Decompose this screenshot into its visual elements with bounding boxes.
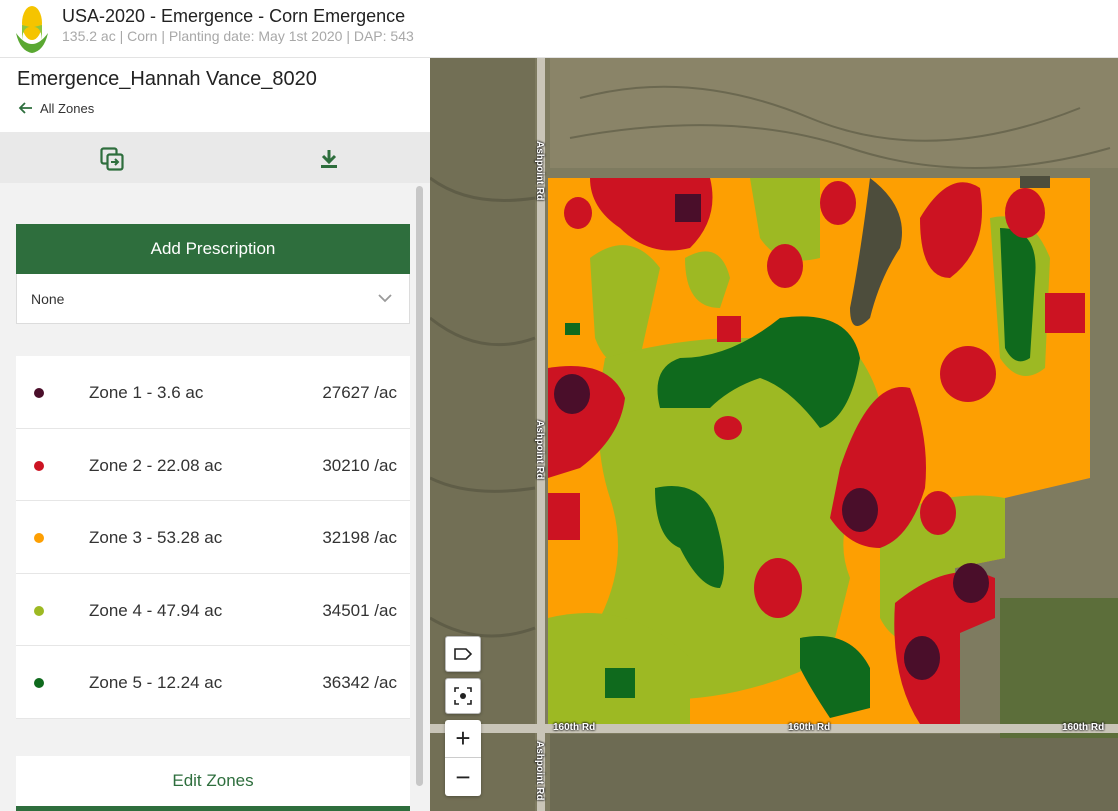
prescription-select[interactable]: None — [16, 274, 410, 324]
corn-logo-icon — [16, 6, 48, 53]
all-zones-link[interactable]: All Zones — [18, 100, 94, 116]
zone-color-dot — [34, 533, 44, 543]
road-label-ashpoint-mid: Ashpoint Rd — [534, 420, 545, 480]
zone-rate: 27627 /ac — [322, 383, 397, 402]
all-zones-label: All Zones — [40, 100, 95, 116]
map-view[interactable]: Ashpoint Rd Ashpoint Rd Ashpoint Rd 160t… — [430, 58, 1118, 811]
focus-icon — [454, 687, 472, 705]
zone-set-name: Emergence_Hannah Vance_8020 — [17, 68, 317, 90]
road-label-160th-mid: 160th Rd — [788, 722, 831, 733]
zone-rate: 32198 /ac — [322, 528, 397, 547]
copy-export-button[interactable] — [97, 144, 127, 174]
zone-label: Zone 2 - 22.08 ac — [89, 455, 223, 475]
panel-scrollbar-thumb[interactable] — [416, 186, 423, 786]
zone-label: Zone 1 - 3.6 ac — [89, 383, 204, 402]
zone-row-5[interactable]: Zone 5 - 12.24 ac 36342 /ac — [16, 646, 410, 719]
add-prescription-button[interactable]: Add Prescription — [16, 224, 410, 274]
zoom-control: + − — [445, 720, 481, 796]
road-label-160th-right: 160th Rd — [1062, 722, 1105, 733]
zone-label: Zone 3 - 53.28 ac — [89, 528, 223, 547]
zone-row-1[interactable]: Zone 1 - 3.6 ac 27627 /ac — [16, 356, 410, 429]
zone-rate: 30210 /ac — [322, 455, 397, 475]
zones-panel: Emergence_Hannah Vance_8020 All Zones Ad… — [0, 58, 430, 811]
fit-bounds-button[interactable] — [445, 678, 481, 714]
zone-row-4[interactable]: Zone 4 - 47.94 ac 34501 /ac — [16, 573, 410, 646]
next-action-button[interactable] — [16, 806, 410, 811]
page-title: USA-2020 - Emergence - Corn Emergence — [62, 6, 406, 26]
zone-toolbar — [0, 132, 430, 183]
tag-icon — [454, 648, 473, 660]
prescription-select-value: None — [31, 290, 65, 307]
download-button[interactable] — [314, 144, 344, 174]
zoom-out-button[interactable]: − — [445, 758, 481, 796]
arrow-left-icon — [18, 102, 32, 114]
zone-row-2[interactable]: Zone 2 - 22.08 ac 30210 /ac — [16, 428, 410, 501]
zone-row-3[interactable]: Zone 3 - 53.28 ac 32198 /ac — [16, 501, 410, 574]
panel-header: Emergence_Hannah Vance_8020 All Zones — [0, 58, 430, 132]
road-label-ashpoint-bottom: Ashpoint Rd — [534, 741, 545, 801]
download-icon — [321, 150, 337, 168]
zone-label: Zone 5 - 12.24 ac — [89, 673, 223, 692]
zone-color-dot — [34, 605, 44, 616]
zoom-in-button[interactable]: + — [445, 720, 481, 758]
zone-rate: 34501 /ac — [322, 600, 397, 620]
zone-rate: 36342 /ac — [322, 673, 397, 692]
road-label-160th-left: 160th Rd — [553, 722, 596, 733]
chevron-down-icon — [378, 294, 392, 303]
field-summary: 135.2 ac | Corn | Planting date: May 1st… — [62, 28, 414, 44]
road-label-ashpoint-top: Ashpoint Rd — [534, 141, 545, 201]
app-header: USA-2020 - Emergence - Corn Emergence 13… — [0, 0, 1118, 58]
copy-export-icon — [100, 147, 124, 171]
zone-color-dot — [34, 678, 44, 688]
edit-zones-button[interactable]: Edit Zones — [16, 756, 410, 806]
zone-list: Zone 1 - 3.6 ac 27627 /ac Zone 2 - 22.08… — [16, 356, 410, 719]
label-toggle-button[interactable] — [445, 636, 481, 672]
zone-color-dot — [34, 388, 44, 398]
zone-color-dot — [34, 460, 44, 471]
zone-label: Zone 4 - 47.94 ac — [89, 600, 223, 620]
